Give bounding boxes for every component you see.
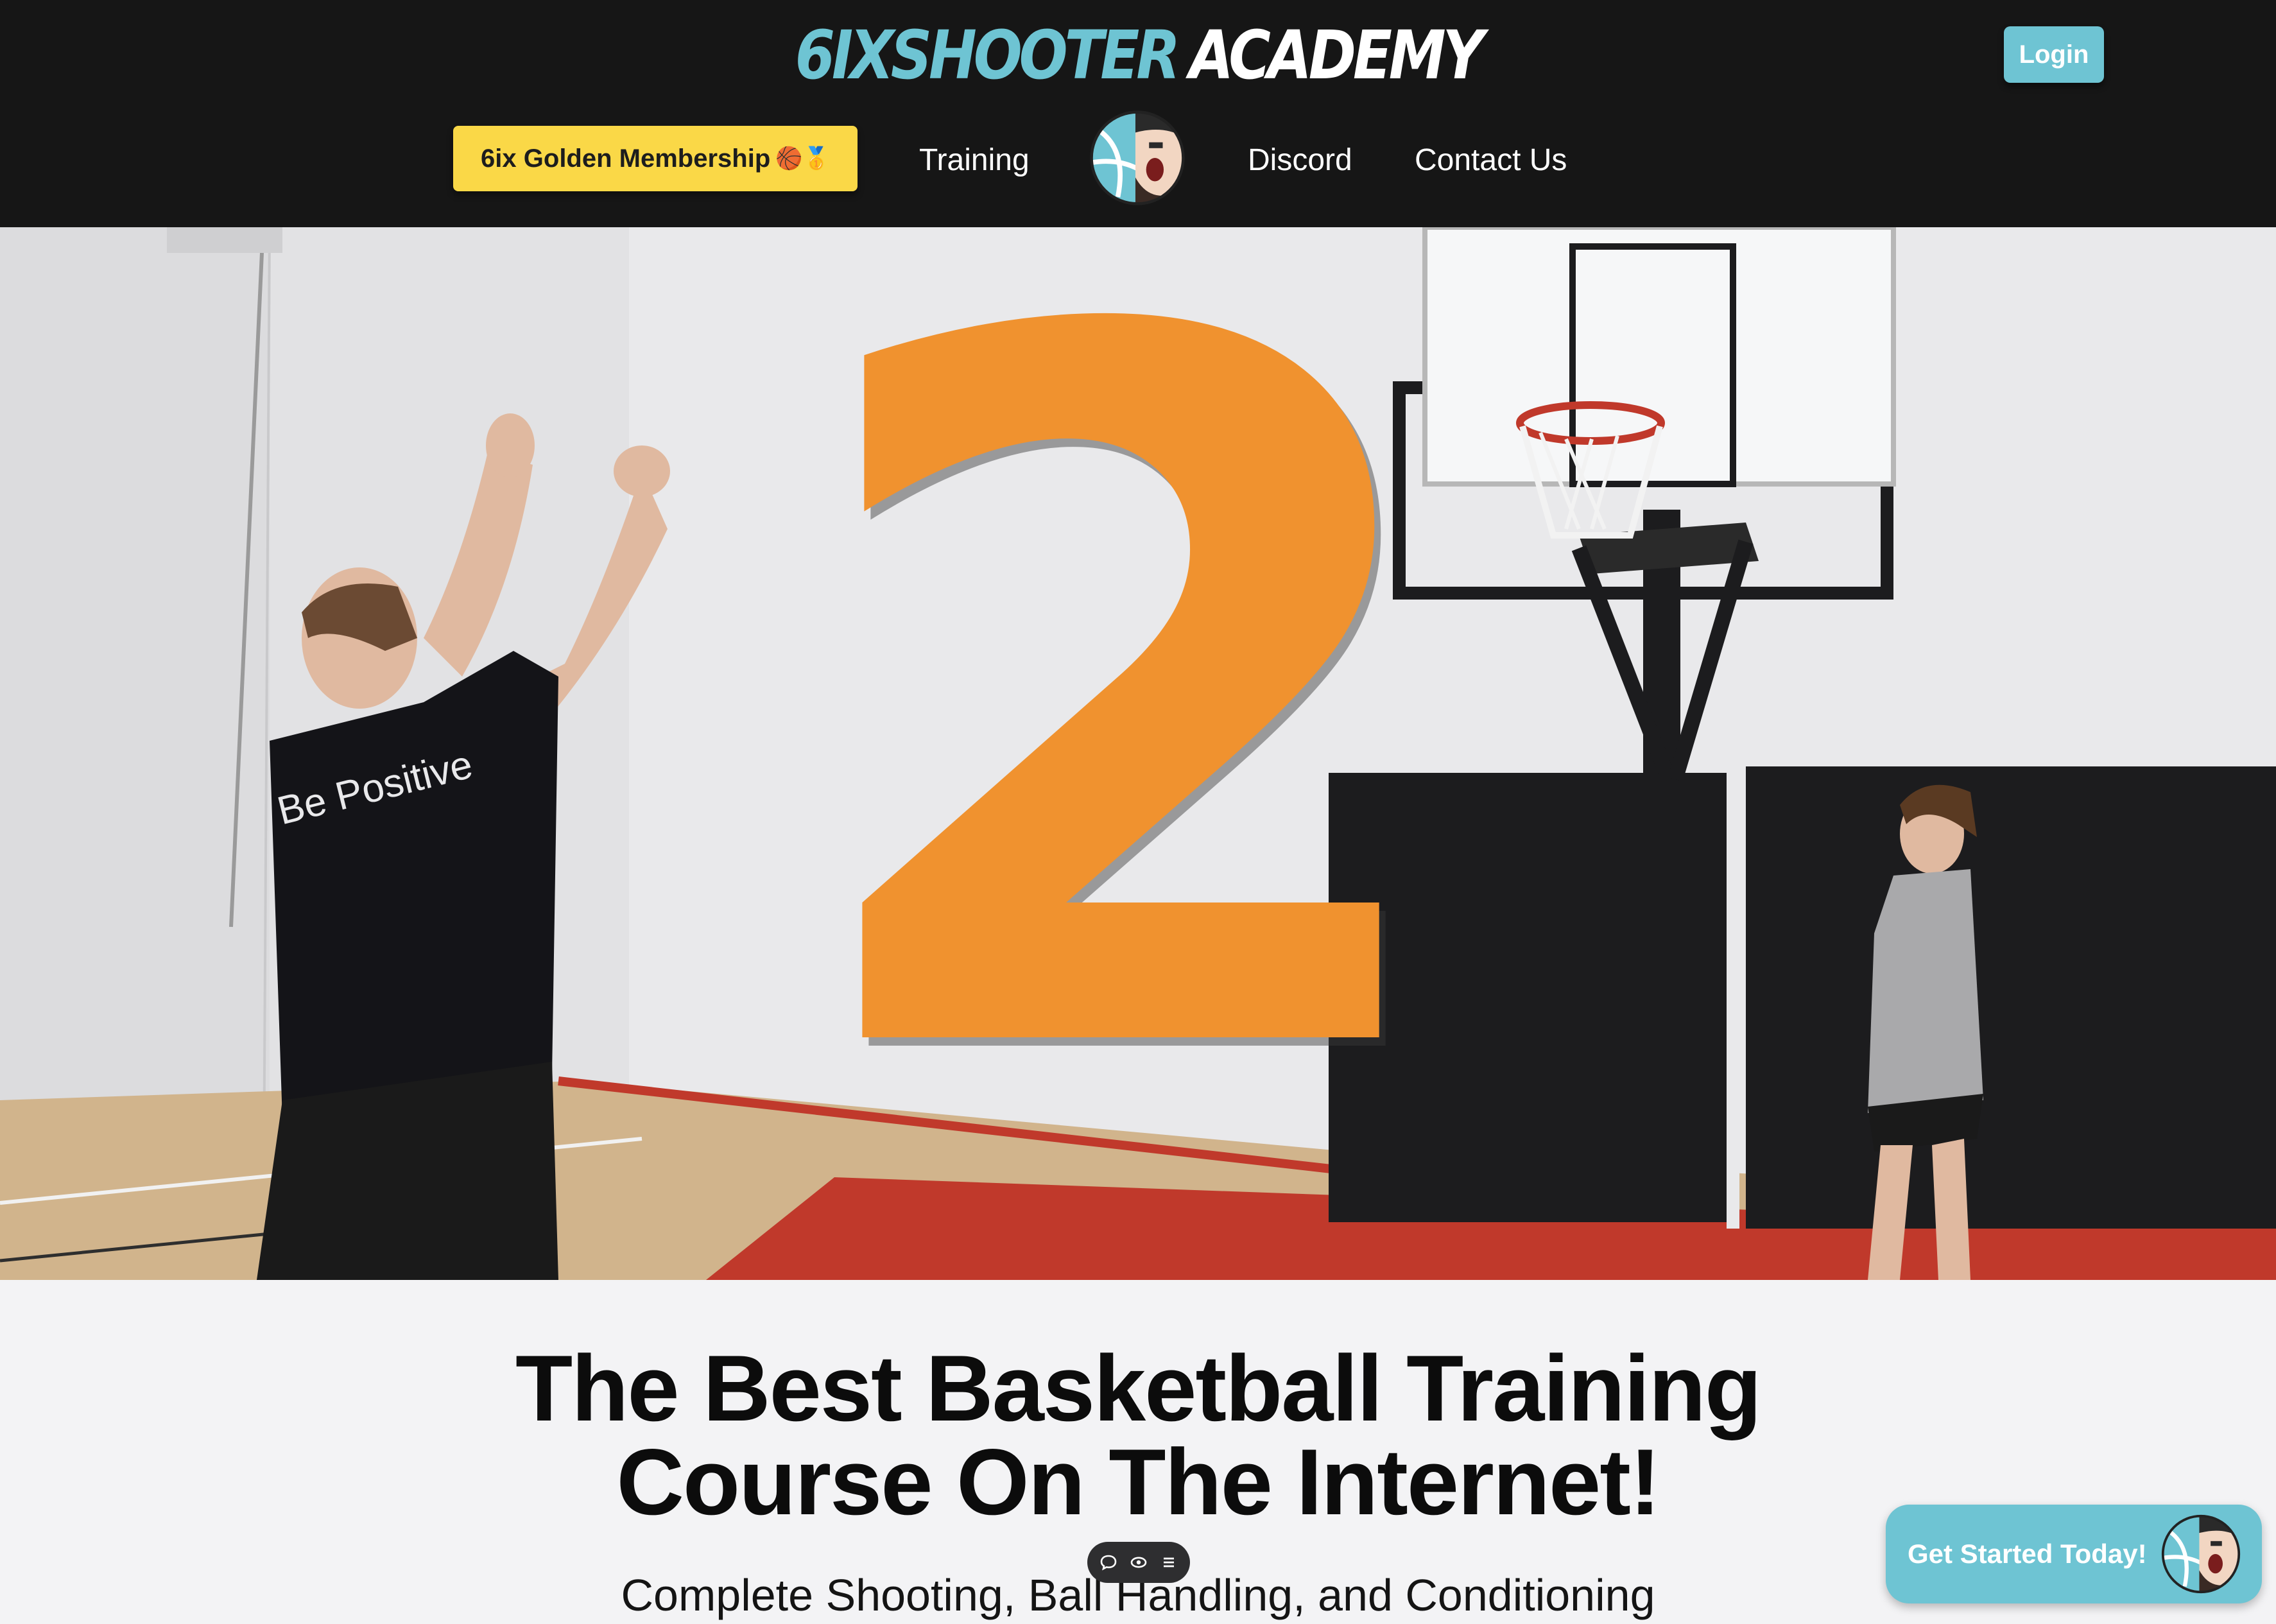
nav-golden-membership-button[interactable]: 6ix Golden Membership 🏀🥇 [453, 126, 858, 191]
video-frame: Be Positive 2 2 [0, 227, 2276, 1280]
floating-mini-toolbar [1087, 1542, 1190, 1583]
comment-icon[interactable] [1099, 1553, 1117, 1571]
site-header: 6IXSHOOTER ACADEMY Login 6ix Golden Membe… [0, 0, 2276, 227]
headline-line-1: The Best Basketball Training [515, 1336, 1762, 1440]
golden-membership-label: 6ix Golden Membership [481, 144, 771, 173]
shooter-logo-icon[interactable] [1089, 109, 1186, 207]
hero-video[interactable]: Be Positive 2 2 [0, 227, 2276, 1280]
eye-icon[interactable] [1130, 1553, 1148, 1571]
login-button[interactable]: Login [2004, 26, 2104, 83]
brand-logo[interactable]: 6IXSHOOTER ACADEMY [159, 17, 2117, 94]
hero-number-overlay: 2 [785, 227, 1464, 1268]
page-headline: The Best Basketball Training Course On T… [0, 1342, 2276, 1529]
shooter-logo-icon [2160, 1514, 2241, 1594]
nav-link-discord[interactable]: Discord [1248, 137, 1352, 182]
brand-word-6ixshooter: 6IXSHOOTER [795, 16, 1180, 94]
brand-word-academy: ACADEMY [1189, 16, 1484, 94]
get-started-label: Get Started Today! [1908, 1539, 2147, 1569]
get-started-button[interactable]: Get Started Today! [1886, 1505, 2262, 1603]
nav-link-training[interactable]: Training [919, 137, 1030, 182]
list-icon[interactable] [1160, 1553, 1178, 1571]
basketball-medal-emoji: 🏀🥇 [775, 146, 830, 171]
nav-link-contact-us[interactable]: Contact Us [1415, 137, 1567, 182]
